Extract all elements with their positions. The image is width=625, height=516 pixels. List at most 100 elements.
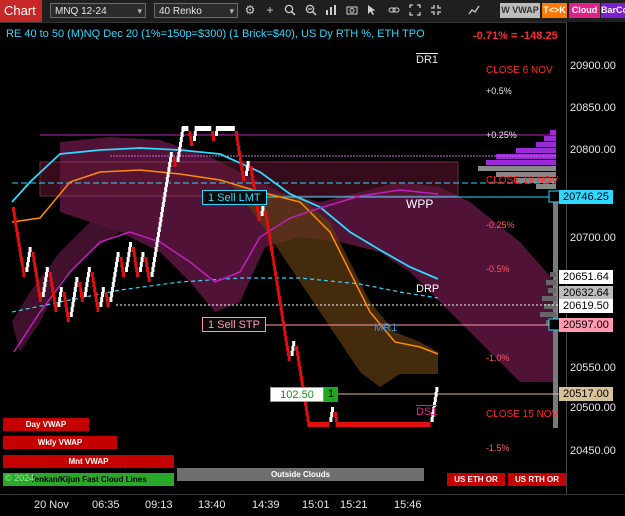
down-brick	[133, 257, 137, 262]
down-brick	[136, 272, 139, 277]
profile-bar	[540, 312, 556, 317]
down-brick	[236, 141, 240, 146]
copyright-text: © 2024	[5, 473, 35, 483]
down-brick	[145, 262, 149, 267]
price-tick: 20900.00	[570, 60, 616, 72]
up-brick	[99, 302, 103, 307]
up-brick	[160, 212, 164, 217]
down-brick	[20, 257, 23, 262]
down-brick	[12, 207, 15, 212]
down-brick	[282, 321, 285, 326]
up-brick	[178, 147, 182, 152]
up-brick	[85, 282, 89, 287]
monthly-vwap-button[interactable]: Mnt VWAP	[3, 455, 174, 468]
chart-tab[interactable]: Chart	[0, 0, 42, 22]
pct-minus-1-label: -1.0%	[486, 353, 510, 363]
instrument-selector[interactable]: MNQ 12-24 ▾	[50, 3, 146, 18]
up-brick	[153, 252, 157, 257]
up-brick	[176, 157, 180, 162]
down-brick	[275, 281, 279, 286]
position-quantity[interactable]: 1	[324, 387, 338, 402]
drp-label: DRP	[416, 283, 440, 295]
ds1-label: DS1	[416, 406, 438, 418]
price-tick: 20800.00	[570, 144, 616, 156]
up-brick	[245, 166, 249, 171]
wvwap-button[interactable]: W VWAP	[500, 3, 540, 18]
price-axis[interactable]	[566, 22, 625, 494]
down-brick	[235, 136, 239, 141]
up-brick	[109, 297, 113, 302]
up-brick	[435, 387, 439, 392]
plus-icon[interactable]: +	[262, 2, 278, 19]
sell-limit-order[interactable]: 1 Sell LMT	[202, 190, 267, 205]
magnifier-zoom-icon[interactable]	[303, 2, 319, 19]
expand-icon[interactable]	[407, 2, 423, 19]
up-brick	[156, 237, 160, 242]
down-brick	[273, 266, 277, 271]
day-vwap-button[interactable]: Day VWAP	[3, 418, 89, 431]
down-brick	[31, 252, 35, 257]
gear-icon[interactable]: ⚙	[242, 2, 258, 19]
up-brick	[185, 126, 189, 131]
session-change: -0.71% = -148.25	[473, 30, 558, 42]
bar-type-selector[interactable]: 40 Renko ▾	[154, 3, 238, 18]
down-brick	[121, 267, 125, 272]
barco-button[interactable]: BarCo	[601, 3, 625, 18]
down-brick	[267, 231, 271, 236]
down-brick	[274, 276, 278, 281]
up-brick	[41, 292, 45, 297]
price-tick: 20450.00	[570, 445, 616, 457]
magnifier-icon[interactable]	[282, 2, 298, 19]
down-brick	[80, 297, 84, 302]
pointer-icon[interactable]	[364, 2, 380, 19]
cloud-button[interactable]: Cloud	[569, 3, 600, 18]
up-brick	[127, 252, 131, 257]
up-brick	[70, 307, 74, 312]
sell-stop-order[interactable]: 1 Sell STP	[202, 317, 266, 332]
price-tag-position: 20517.00	[559, 387, 613, 401]
time-tick: 13:40	[198, 499, 226, 511]
price-tag-sell-stop: 20597.00	[559, 318, 613, 332]
close-15nov-label: CLOSE 15 NOV	[486, 409, 559, 420]
chart-title: RE 40 to 50 (M)NQ Dec 20 (1%=150p=$300) …	[6, 28, 425, 40]
down-brick	[270, 246, 273, 251]
outside-clouds-button[interactable]: Outside Clouds	[177, 468, 424, 481]
up-brick	[291, 346, 295, 351]
position-pnl[interactable]: 102.50	[270, 387, 324, 402]
up-brick	[113, 272, 117, 277]
link-icon[interactable]	[386, 2, 402, 19]
up-brick	[260, 211, 264, 216]
down-brick	[21, 267, 25, 272]
us-eth-or-button[interactable]: US ETH OR	[447, 473, 505, 486]
down-brick	[278, 301, 282, 306]
down-brick	[132, 247, 135, 252]
down-brick	[48, 272, 52, 277]
up-brick	[110, 292, 114, 297]
down-brick	[19, 252, 23, 257]
chevron-down-icon: ▾	[137, 6, 142, 16]
trend-icon[interactable]	[466, 2, 482, 19]
bars-icon[interactable]	[323, 2, 339, 19]
down-brick	[93, 287, 97, 292]
tk-button[interactable]: T<>K	[542, 3, 567, 18]
profile-bar	[478, 166, 556, 171]
collapse-icon[interactable]	[428, 2, 444, 19]
down-brick	[266, 221, 269, 226]
down-brick	[256, 206, 259, 211]
down-brick	[300, 381, 304, 386]
up-brick	[290, 351, 294, 356]
up-brick	[215, 131, 218, 136]
weekly-vwap-button[interactable]: Wkly VWAP	[3, 436, 117, 449]
down-brick	[144, 257, 148, 262]
down-brick	[34, 267, 37, 272]
close-6nov-label: CLOSE 6 NOV	[486, 65, 553, 76]
up-brick	[125, 262, 129, 267]
up-brick	[74, 282, 78, 287]
up-brick	[163, 192, 167, 197]
down-brick	[62, 292, 66, 297]
down-brick	[251, 176, 255, 181]
down-brick	[63, 297, 67, 302]
screenshot-icon[interactable]	[344, 2, 360, 19]
down-brick	[284, 336, 288, 341]
us-rth-or-button[interactable]: US RTH OR	[508, 473, 566, 486]
